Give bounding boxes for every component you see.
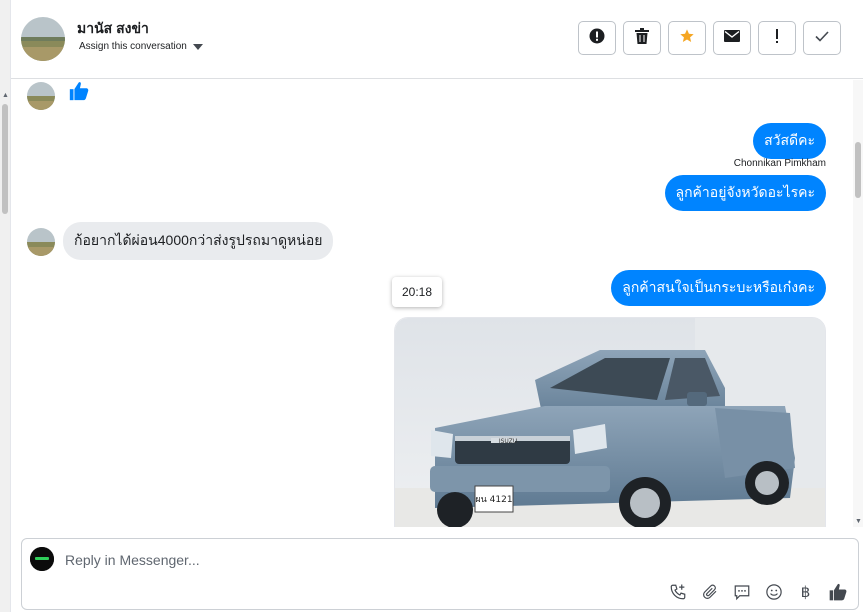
scrollbar-thumb[interactable] <box>855 142 861 198</box>
mark-important-button[interactable] <box>758 21 796 55</box>
license-plate-text: ผน 4121 <box>475 495 512 505</box>
star-button[interactable] <box>668 21 706 55</box>
important-icon <box>775 28 779 49</box>
caret-down-icon <box>192 43 203 50</box>
contact-avatar-small <box>27 82 55 110</box>
check-icon <box>815 29 829 47</box>
reply-composer: ฿ <box>21 538 859 610</box>
message-incoming[interactable]: ก้อยากได้ผ่อน4000กว่าส่งรูปรถมาดูหน่อย <box>63 222 334 260</box>
message-photo-pickup-truck[interactable]: ผน 4121 ISUZU <box>394 317 826 527</box>
scroll-up-arrow-icon[interactable]: ▲ <box>2 92 9 99</box>
like-icon[interactable] <box>827 581 848 602</box>
spam-icon <box>589 28 605 49</box>
contact-avatar-small <box>27 228 55 256</box>
emoji-icon[interactable] <box>763 581 784 602</box>
spam-button[interactable] <box>578 21 616 55</box>
message-outgoing[interactable]: ลูกค้าอยู่จังหวัดอะไรคะ <box>664 175 826 211</box>
assign-conversation-dropdown[interactable]: Assign this conversation <box>79 41 203 52</box>
mark-done-button[interactable] <box>803 21 841 55</box>
contact-avatar[interactable] <box>21 17 65 61</box>
trash-icon <box>635 27 649 49</box>
header-actions <box>578 21 841 55</box>
page-avatar <box>30 547 54 571</box>
like-sticker-icon <box>68 80 90 107</box>
mark-unread-button[interactable] <box>713 21 751 55</box>
left-scrollbar[interactable]: ▲ <box>0 0 11 612</box>
mail-icon <box>724 29 740 47</box>
attachment-icon[interactable] <box>699 581 720 602</box>
saved-reply-icon[interactable] <box>731 581 752 602</box>
reply-input[interactable] <box>65 551 765 569</box>
message-outgoing[interactable]: สวัสดีคะ <box>753 123 826 159</box>
truck-brand-text: ISUZU <box>499 438 517 445</box>
conversation-header: มานัส สงข่า Assign this conversation <box>11 0 863 79</box>
delete-button[interactable] <box>623 21 661 55</box>
thread-scrollbar[interactable]: ▼ <box>853 80 863 527</box>
timestamp-tooltip: 20:18 <box>392 277 443 307</box>
baht-icon[interactable]: ฿ <box>795 581 816 602</box>
message-sender-name: Chonnikan Pimkham <box>733 158 826 169</box>
scrollbar-thumb[interactable] <box>2 104 8 214</box>
composer-tools: ฿ <box>667 581 848 602</box>
message-outgoing[interactable]: ลูกค้าสนใจเป็นกระบะหรือเก๋งคะ <box>611 270 826 306</box>
contact-name[interactable]: มานัส สงข่า <box>77 18 149 40</box>
assign-label: Assign this conversation <box>79 41 187 52</box>
message-thread[interactable]: สวัสดีคะ Chonnikan Pimkham ลูกค้าอยู่จัง… <box>11 80 863 527</box>
messenger-inbox: ▲ มานัส สงข่า Assign this conversation ส… <box>0 0 863 612</box>
call-add-icon[interactable] <box>667 581 688 602</box>
star-icon <box>679 28 695 49</box>
scroll-down-arrow-icon[interactable]: ▼ <box>855 518 862 525</box>
